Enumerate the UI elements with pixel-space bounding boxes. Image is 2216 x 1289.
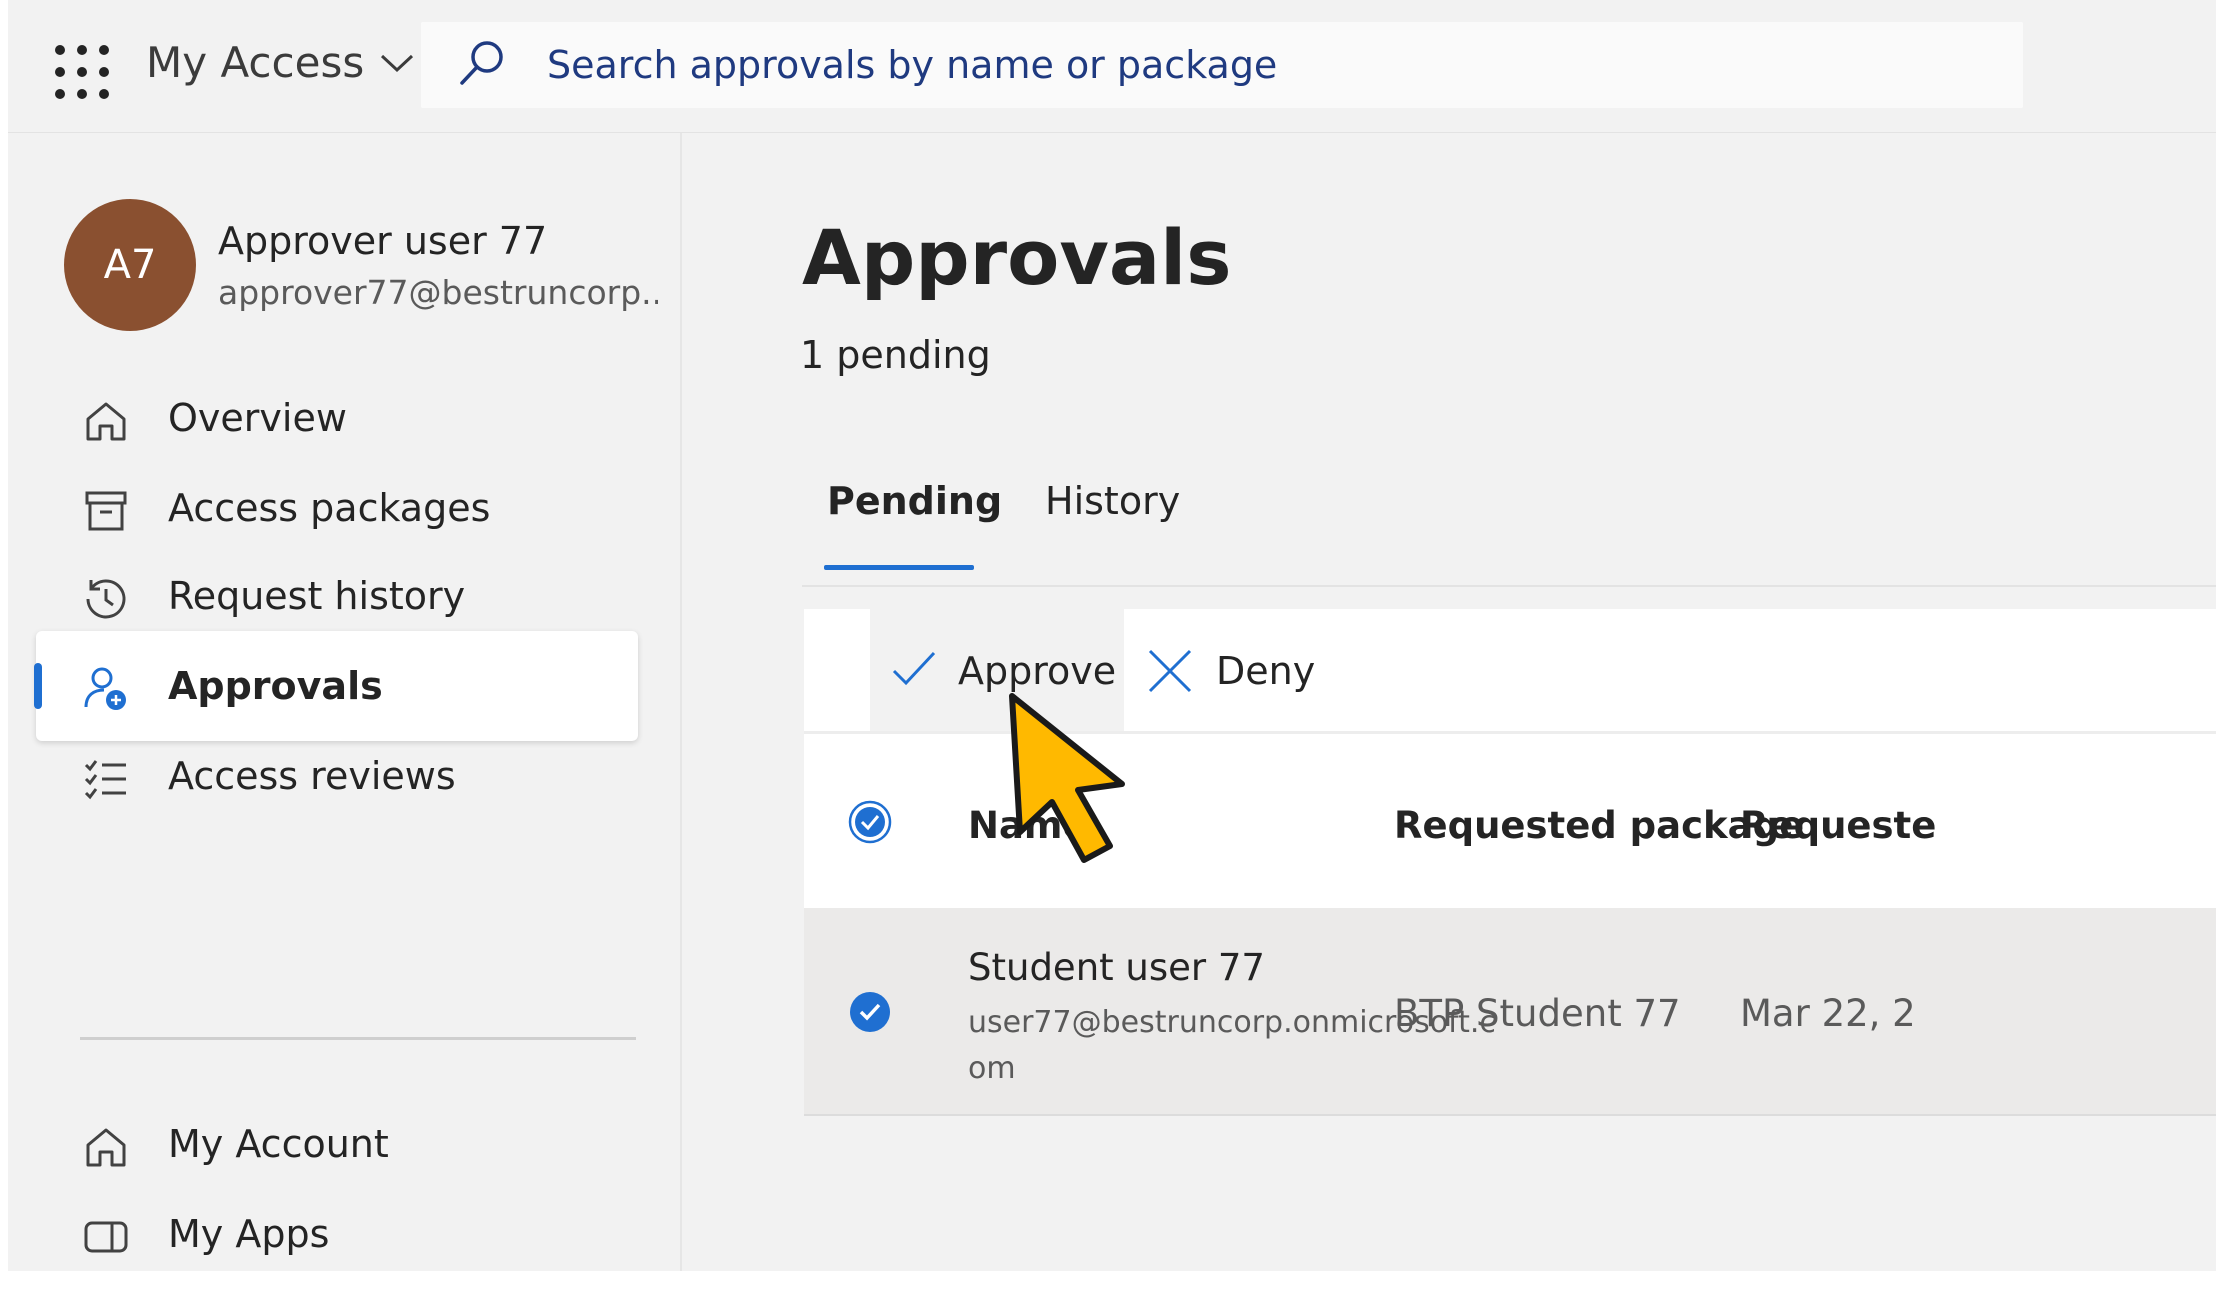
app-launcher-icon[interactable] (50, 40, 114, 104)
sidebar-item-label: Access packages (168, 486, 491, 530)
page-title: Approvals (802, 213, 1232, 302)
sidebar-divider (80, 1037, 636, 1040)
sidebar-item-label: My Apps (168, 1212, 330, 1256)
package-icon (85, 491, 127, 531)
table-header: Name Requested package Requeste (804, 734, 2216, 908)
checklist-icon (84, 760, 126, 800)
user-email: approver77@bestruncorp.... (218, 273, 658, 312)
top-bar: My Access (8, 0, 2216, 133)
tab-history[interactable]: History (1045, 479, 1180, 553)
sidebar-item-label: Request history (168, 574, 466, 618)
sidebar-item-label: Overview (168, 396, 347, 440)
sidebar-item-access-reviews[interactable]: Access reviews (36, 721, 638, 831)
row-checkbox[interactable] (848, 990, 892, 1034)
sidebar-item-label: Access reviews (168, 754, 456, 798)
tab-pending[interactable]: Pending (827, 479, 1002, 553)
approve-button[interactable]: Approve (870, 609, 1124, 731)
search-input[interactable] (545, 36, 1949, 94)
sidebar-item-label: Approvals (168, 664, 383, 708)
requester-name: Student user 77 (968, 946, 1265, 989)
tab-selected-indicator (824, 565, 974, 570)
history-icon (86, 579, 126, 619)
deny-button[interactable]: Deny (1134, 609, 1334, 731)
active-indicator (34, 663, 42, 709)
app-title: My Access (146, 38, 365, 87)
pending-count: 1 pending (800, 333, 991, 377)
app-switcher[interactable]: My Access (146, 38, 414, 87)
main-content: Approvals 1 pending Pending History Appr… (682, 133, 2216, 1271)
checkmark-icon (892, 651, 936, 686)
person-add-icon (84, 667, 126, 710)
requested-package: BTP Student 77 (1394, 992, 1681, 1035)
column-header-name[interactable]: Name (968, 804, 1088, 847)
command-bar: Approve Deny (804, 609, 2216, 734)
home-icon (86, 1128, 126, 1167)
home-icon (86, 402, 126, 441)
search-icon (460, 41, 503, 85)
avatar[interactable]: A7 (64, 199, 196, 331)
search-box[interactable] (421, 22, 2023, 108)
avatar-initials: A7 (103, 242, 157, 288)
close-icon (1148, 649, 1192, 693)
deny-label: Deny (1216, 649, 1316, 693)
approve-label: Approve (958, 649, 1117, 693)
select-all-checkbox[interactable] (848, 800, 892, 844)
approvals-list: Approve Deny Name Requested package Requ… (804, 609, 2216, 1271)
sidebar-item-label: My Account (168, 1122, 389, 1166)
sidebar-item-my-apps[interactable]: My Apps (36, 1179, 638, 1289)
apps-icon (84, 1221, 128, 1253)
tab-divider (802, 585, 2216, 587)
column-header-requested[interactable]: Requeste (1740, 804, 1936, 847)
requested-date: Mar 22, 2 (1740, 992, 1916, 1035)
chevron-down-icon (381, 54, 414, 72)
table-row[interactable]: Student user 77 user77@bestruncorp.onmic… (804, 908, 2216, 1116)
user-name: Approver user 77 (218, 219, 548, 263)
sidebar: A7 Approver user 77 approver77@bestrunco… (8, 133, 682, 1271)
